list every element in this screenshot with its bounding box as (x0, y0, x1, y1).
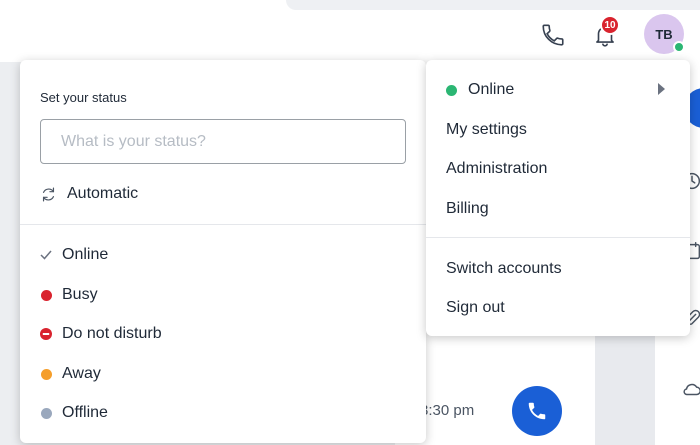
call-button[interactable] (512, 386, 562, 436)
account-menu: Online My settings Administration Billin… (426, 60, 690, 336)
caret-right-icon (658, 83, 665, 95)
status-option-busy[interactable]: Busy (40, 283, 98, 307)
menu-item-billing[interactable]: Billing (446, 197, 489, 221)
menu-item-switch-accounts[interactable]: Switch accounts (446, 257, 562, 281)
menu-item-sign-out[interactable]: Sign out (446, 296, 505, 320)
status-option-online[interactable]: Online (40, 243, 108, 267)
status-option-label: Do not disturb (62, 325, 162, 342)
status-option-do-not-disturb[interactable]: Do not disturb (40, 322, 162, 346)
header-tab-strip (286, 0, 700, 10)
notification-badge: 10 (600, 15, 620, 35)
busy-dot-icon (40, 289, 52, 301)
status-heading: Set your status (40, 90, 127, 105)
cloud-icon[interactable] (681, 378, 700, 400)
divider (20, 224, 426, 225)
refresh-icon (42, 187, 55, 201)
status-option-label: Busy (62, 286, 98, 303)
online-dot-icon (446, 84, 457, 96)
away-dot-icon (40, 368, 52, 380)
status-menu: Set your status Automatic Online Busy Do… (20, 60, 426, 443)
offline-dot-icon (40, 407, 52, 419)
status-option-label: Away (62, 365, 101, 382)
do-not-disturb-icon (40, 328, 52, 340)
menu-item-my-settings[interactable]: My settings (446, 118, 527, 142)
status-submenu-trigger[interactable]: Online (446, 78, 514, 102)
automatic-option[interactable]: Automatic (40, 182, 138, 206)
status-option-away[interactable]: Away (40, 362, 101, 386)
menu-item-administration[interactable]: Administration (446, 157, 547, 181)
status-option-label: Online (62, 246, 109, 263)
phone-icon[interactable] (540, 22, 566, 48)
presence-indicator (673, 41, 685, 53)
status-option-label: Offline (62, 404, 108, 421)
status-option-offline[interactable]: Offline (40, 401, 108, 425)
automatic-label: Automatic (67, 185, 139, 202)
checkmark-icon (40, 249, 52, 261)
call-time: 3:30 pm (420, 402, 475, 419)
status-input[interactable] (40, 119, 406, 164)
phone-icon (528, 402, 546, 420)
current-status-label: Online (468, 81, 515, 98)
divider (426, 237, 690, 238)
